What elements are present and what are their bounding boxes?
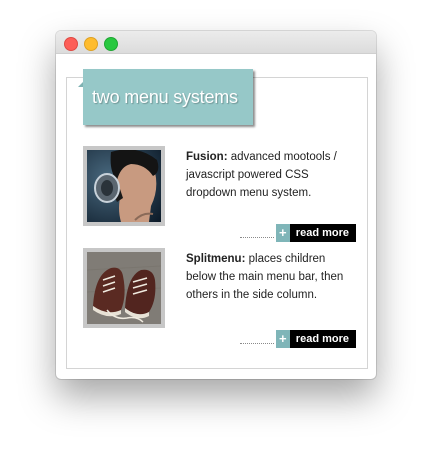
- dotted-leader: [239, 342, 274, 344]
- minimize-button[interactable]: [84, 37, 98, 51]
- module-title: two menu systems: [92, 87, 238, 107]
- thumbnail-frame: [83, 146, 165, 226]
- sneakers-photo: [87, 252, 161, 324]
- title-bar: [56, 31, 376, 54]
- item-description: Splitmenu: places children below the mai…: [186, 250, 356, 304]
- zoom-button[interactable]: [104, 37, 118, 51]
- plus-icon: +: [275, 330, 290, 348]
- read-more-button[interactable]: + read more: [239, 330, 356, 348]
- man-headphones-photo: [87, 150, 161, 222]
- browser-window: two menu systems Fusion: advanced mootoo…: [56, 31, 376, 379]
- content-module: two menu systems Fusion: advanced mootoo…: [66, 69, 368, 369]
- item-name: Splitmenu:: [186, 253, 246, 265]
- read-more-label: read more: [289, 330, 356, 348]
- plus-icon: +: [275, 224, 290, 242]
- thumbnail-frame: [83, 248, 165, 328]
- module-title-tab: two menu systems: [83, 69, 253, 125]
- item-name: Fusion:: [186, 151, 228, 163]
- dotted-leader: [239, 236, 274, 238]
- item-description: Fusion: advanced mootools / javascript p…: [186, 148, 356, 202]
- close-button[interactable]: [64, 37, 78, 51]
- read-more-button[interactable]: + read more: [239, 224, 356, 242]
- read-more-label: read more: [289, 224, 356, 242]
